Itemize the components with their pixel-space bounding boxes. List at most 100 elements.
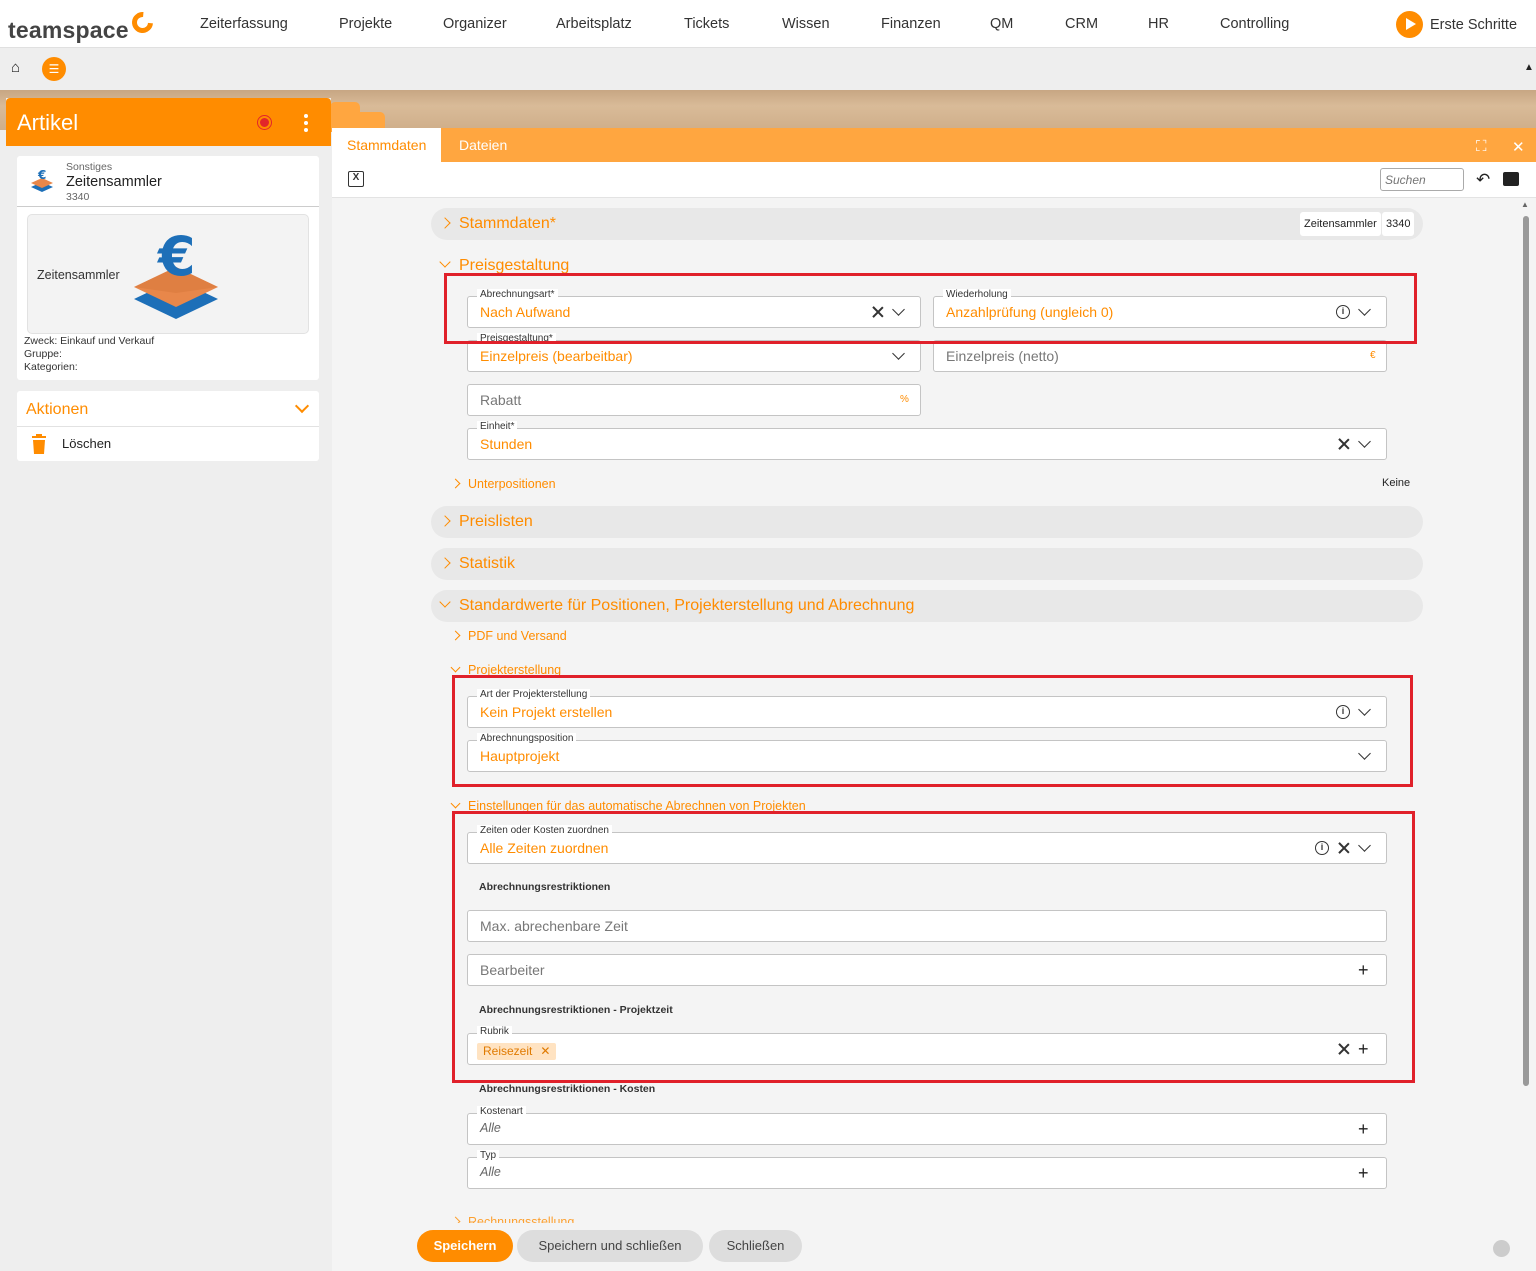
chevron-down-icon: [450, 662, 461, 673]
euro-stack-icon: €: [31, 168, 53, 192]
einzelpreis-input[interactable]: Einzelpreis (netto) €: [933, 340, 1387, 372]
preisgestaltung-select[interactable]: Preisgestaltung* Einzelpreis (bearbeitba…: [467, 333, 921, 372]
status-indicator-icon[interactable]: [258, 116, 271, 129]
trash-icon: [32, 434, 46, 454]
kebab-menu-icon[interactable]: [304, 114, 308, 135]
article-name: Zeitensammler: [66, 174, 162, 190]
nav-hr[interactable]: HR: [1148, 16, 1169, 32]
badge-article-number: 3340: [1382, 212, 1415, 236]
section-title: Stammdaten*: [459, 215, 556, 232]
delete-action[interactable]: Löschen: [62, 436, 111, 451]
add-icon[interactable]: +: [1358, 1164, 1369, 1182]
chevron-down-icon: [450, 798, 461, 809]
field-value: Stunden: [480, 436, 533, 452]
menu-icon[interactable]: ☰: [42, 57, 66, 81]
field-value: Alle: [480, 1121, 501, 1135]
nav-arbeitsplatz[interactable]: Arbeitsplatz: [556, 16, 632, 32]
group-label-kosten: Abrechnungsrestriktionen - Kosten: [479, 1083, 656, 1095]
badge-article-name: Zeitensammler: [1300, 212, 1381, 236]
clear-icon[interactable]: [1338, 437, 1350, 451]
tab-bar: Stammdaten Dateien ⛶ ✕: [332, 128, 1536, 162]
field-label: Einheit*: [477, 421, 518, 432]
euro-unit: €: [1370, 350, 1376, 361]
svg-text:€: €: [156, 227, 196, 288]
field-value: Einzelpreis (bearbeitbar): [480, 348, 633, 364]
maximize-icon[interactable]: ⛶: [1476, 138, 1487, 155]
undo-icon[interactable]: ↶: [1476, 170, 1490, 190]
typ-multiselect[interactable]: Typ Alle +: [467, 1150, 1387, 1189]
collapse-arrow-icon[interactable]: ▲: [1524, 62, 1534, 73]
kostenart-multiselect[interactable]: Kostenart Alle +: [467, 1106, 1387, 1145]
nav-crm[interactable]: CRM: [1065, 16, 1098, 32]
section-title: Standardwerte für Positionen, Projekters…: [459, 597, 915, 614]
chevron-down-icon[interactable]: [294, 398, 310, 414]
chevron-right-icon: [439, 217, 451, 229]
save-button[interactable]: Speichern: [417, 1230, 513, 1262]
search-input[interactable]: [1380, 168, 1464, 191]
nav-organizer[interactable]: Organizer: [443, 16, 507, 32]
article-number: 3340: [66, 191, 90, 203]
add-icon[interactable]: +: [1358, 1120, 1369, 1138]
main-form-panel: Stammdaten Dateien ⛶ ✕ X ↶ Stammdaten* Z…: [332, 128, 1536, 1271]
nav-finanzen[interactable]: Finanzen: [881, 16, 941, 32]
section-statistik[interactable]: Statistik: [431, 548, 1423, 580]
nav-projekte[interactable]: Projekte: [339, 16, 392, 32]
subsection-pdf-versand[interactable]: PDF und Versand: [450, 629, 567, 643]
scroll-up-icon[interactable]: ▲: [1521, 200, 1529, 209]
field-placeholder: Einzelpreis (netto): [946, 348, 1059, 364]
print-icon[interactable]: [1503, 172, 1519, 186]
article-zweck: Zweck: Einkauf und Verkauf: [24, 335, 155, 347]
chevron-down-icon[interactable]: [892, 347, 905, 360]
chevron-right-icon: [439, 515, 451, 527]
divider: [17, 206, 319, 207]
unterpositionen-badge: Keine: [1382, 477, 1411, 489]
sub-toolbar: ⌂: [0, 48, 1536, 90]
form-toolbar: X ↶: [332, 162, 1536, 198]
close-button[interactable]: Schließen: [709, 1230, 802, 1262]
subsection-unterpositionen[interactable]: Unterpositionen: [450, 477, 556, 491]
rabatt-input[interactable]: Rabatt %: [467, 384, 921, 416]
actions-title[interactable]: Aktionen: [26, 401, 88, 419]
play-icon: [1396, 11, 1423, 38]
einheit-select[interactable]: Einheit* Stunden: [467, 421, 1387, 460]
nav-tickets[interactable]: Tickets: [684, 16, 729, 32]
tab-dateien[interactable]: Dateien: [444, 128, 522, 162]
article-image[interactable]: Zeitensammler €: [27, 214, 309, 334]
article-category: Sonstiges: [66, 161, 113, 173]
section-preislisten[interactable]: Preislisten: [431, 506, 1423, 538]
field-placeholder: Rabatt: [480, 392, 522, 408]
home-icon[interactable]: ⌂: [11, 59, 20, 76]
article-image-label: Zeitensammler: [37, 268, 120, 282]
highlight-box: [452, 675, 1413, 787]
nav-qm[interactable]: QM: [990, 16, 1013, 32]
chevron-right-icon: [439, 557, 451, 569]
section-stammdaten[interactable]: Stammdaten* Zeitensammler 3340: [431, 208, 1423, 240]
erste-schritte-label: Erste Schritte: [1430, 16, 1518, 33]
nav-zeiterfassung[interactable]: Zeiterfassung: [200, 16, 288, 32]
subsection-cut-off[interactable]: Rechnungsstellung: [452, 1215, 574, 1223]
divider: [17, 426, 319, 427]
section-standardwerte[interactable]: Standardwerte für Positionen, Projekters…: [431, 590, 1423, 622]
article-card: € Sonstiges Zeitensammler 3340 Zeitensam…: [17, 156, 319, 380]
actions-panel: Aktionen Löschen: [17, 391, 319, 461]
close-icon[interactable]: ✕: [1512, 138, 1525, 156]
highlight-box: [444, 273, 1417, 344]
save-and-close-button[interactable]: Speichern und schließen: [517, 1230, 703, 1262]
field-label: Typ: [477, 1150, 500, 1161]
teamspace-logo[interactable]: teamspace: [8, 7, 158, 44]
chevron-down-icon: [439, 256, 451, 268]
user-avatar-icon[interactable]: [1493, 1240, 1510, 1257]
scrollbar-thumb[interactable]: [1523, 216, 1529, 1086]
chevron-right-icon: [452, 1216, 461, 1223]
erste-schritte-button[interactable]: Erste Schritte: [1396, 11, 1517, 38]
chevron-down-icon[interactable]: [1358, 435, 1371, 448]
excel-export-icon[interactable]: X: [348, 171, 364, 187]
percent-unit: %: [900, 394, 909, 405]
nav-controlling[interactable]: Controlling: [1220, 16, 1289, 32]
tab-stammdaten[interactable]: Stammdaten: [332, 128, 442, 162]
section-title: Preislisten: [459, 513, 533, 530]
nav-wissen[interactable]: Wissen: [782, 16, 830, 32]
article-kategorien: Kategorien:: [24, 361, 78, 373]
artikel-title: Artikel: [17, 110, 79, 135]
field-label: Kostenart: [477, 1106, 526, 1117]
